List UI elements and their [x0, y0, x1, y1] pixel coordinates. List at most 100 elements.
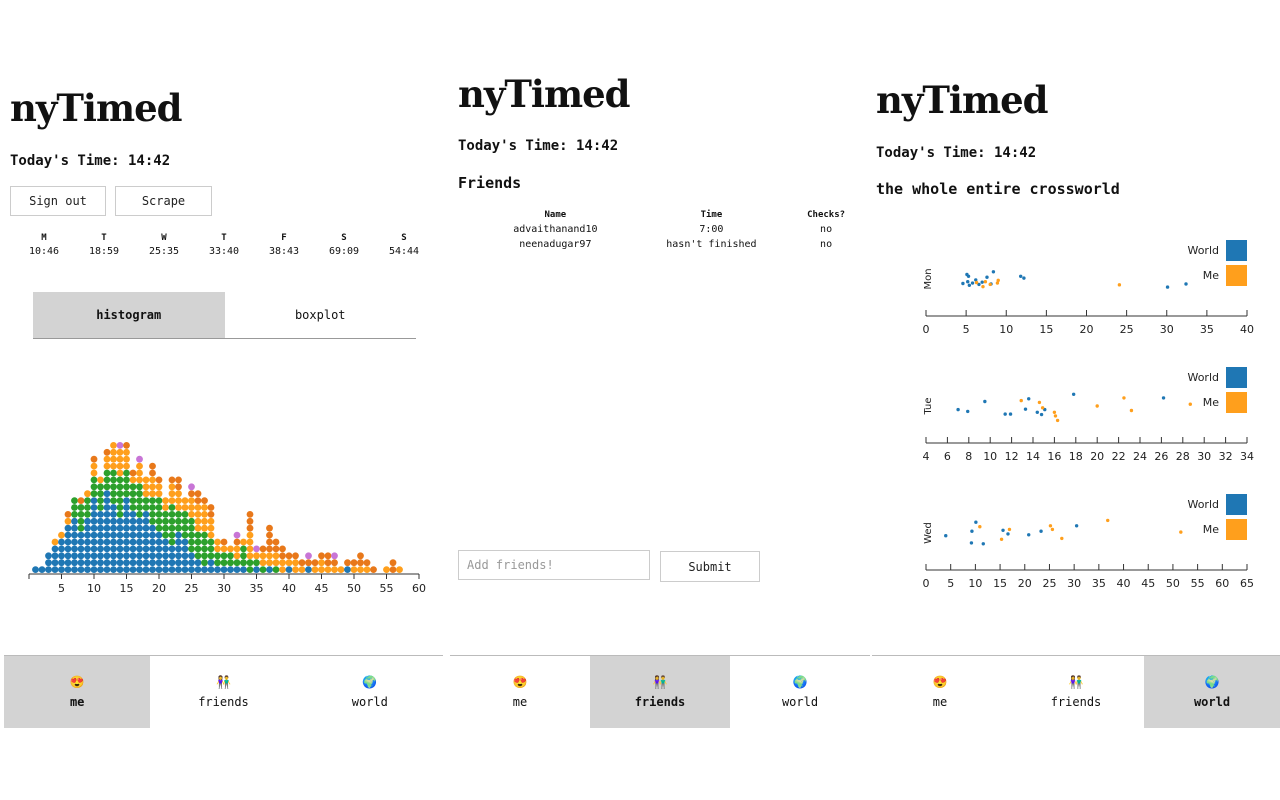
tue-scatter-chart: 4 6 8 10 12 14 16 18 20 22 24 26 28 30 32 34 Tue World Me [923, 367, 1254, 463]
histogram-dot [207, 552, 215, 560]
nav-me[interactable]: 😍 me [450, 656, 590, 728]
scatter-point [1188, 402, 1192, 406]
add-friends-input[interactable] [458, 550, 650, 580]
histogram-dot [110, 497, 117, 504]
friends-heading: Friends [458, 174, 522, 192]
histogram-dot [175, 497, 182, 504]
histogram-dot [110, 511, 117, 518]
histogram-dot [266, 552, 273, 560]
tab-histogram[interactable]: histogram [33, 292, 225, 338]
histogram-dot [155, 511, 163, 518]
histogram-dot [188, 545, 195, 553]
scatter-point [1003, 412, 1007, 416]
histogram-dot [97, 545, 104, 553]
friend-name: neenadugar97 [519, 239, 592, 250]
histogram-dot [194, 559, 202, 567]
histogram-dot [77, 566, 85, 573]
nav-friends[interactable]: 👫 friends [590, 656, 730, 728]
x-tick-label: 15 [993, 577, 1007, 590]
histogram-dot [272, 552, 280, 560]
day-time: 18:59 [88, 246, 120, 257]
histogram-dot [116, 448, 124, 456]
histogram-dot [168, 511, 176, 518]
x-tick-label: 20 [1080, 323, 1094, 336]
x-tick-label: 10 [968, 577, 982, 590]
histogram-dot [201, 517, 208, 525]
day-sunday: S 54:44 [374, 233, 434, 257]
histogram-dot [142, 497, 150, 504]
histogram-dot [194, 538, 202, 546]
histogram-dot [64, 538, 72, 546]
histogram-dot [123, 538, 130, 546]
histogram-dot [155, 531, 163, 539]
histogram-dot [103, 566, 111, 573]
x-tick-label: 60 [1215, 577, 1229, 590]
histogram-dot [84, 531, 91, 539]
histogram-dot [298, 566, 306, 573]
day-monday: M 10:46 [14, 233, 74, 257]
scatter-point [1129, 408, 1134, 413]
scatter-point [966, 409, 970, 414]
histogram-dot [240, 552, 247, 560]
histogram-dot [51, 559, 59, 567]
histogram-dot [331, 559, 338, 567]
submit-button[interactable]: Submit [660, 551, 760, 582]
nav-world[interactable]: 🌍 world [730, 656, 870, 728]
legend-swatch [1226, 367, 1247, 388]
scatter-point [1008, 412, 1013, 416]
histogram-dot [84, 490, 91, 498]
histogram-dot [181, 552, 189, 560]
tab-boxplot[interactable]: boxplot [225, 292, 417, 338]
histogram-dot [240, 538, 247, 546]
histogram-dot [97, 517, 104, 525]
histogram-dot [292, 566, 299, 573]
bottom-nav: 😍 me 👫 friends 🌍 world [4, 655, 443, 728]
histogram-dot [97, 490, 104, 498]
histogram-dot [142, 566, 150, 573]
histogram-dot [129, 524, 137, 532]
histogram-dot [305, 552, 312, 560]
histogram-dot [350, 566, 358, 573]
nav-world[interactable]: 🌍 world [297, 656, 443, 728]
friend-name: advaithanand10 [513, 224, 598, 235]
histogram-dot [194, 517, 202, 525]
histogram-dot [110, 566, 117, 573]
nav-friends[interactable]: 👫 friends [150, 656, 296, 728]
histogram-dot [201, 504, 208, 511]
scrape-button[interactable]: Scrape [115, 186, 212, 216]
scatter-point [1052, 410, 1057, 414]
histogram-dot [201, 559, 208, 567]
histogram-dot [58, 566, 65, 573]
histogram-dot [162, 566, 169, 573]
nav-friends[interactable]: 👫 friends [1008, 656, 1144, 728]
nav-me[interactable]: 😍 me [872, 656, 1008, 728]
histogram-dot [155, 490, 163, 498]
scatter-point [978, 525, 982, 529]
histogram-dot [253, 545, 260, 553]
histogram-dot [97, 559, 104, 567]
histogram-dot [149, 490, 156, 498]
histogram-dot [71, 552, 78, 560]
histogram-dot [201, 552, 208, 560]
sign-out-button[interactable]: Sign out [10, 186, 106, 216]
histogram-dot [129, 566, 137, 573]
x-tick-label: 50 [1166, 577, 1180, 590]
scatter-point [1037, 400, 1042, 405]
scatter-point [974, 280, 979, 285]
histogram-dot [97, 504, 104, 511]
day-label: S [401, 233, 407, 243]
histogram-dot [90, 559, 98, 567]
histogram-dot [162, 497, 169, 504]
x-tick-label: 35 [250, 582, 264, 595]
histogram-dot [318, 566, 325, 573]
scatter-point [1019, 398, 1023, 403]
histogram-dot [194, 566, 202, 573]
histogram-dot [84, 566, 91, 573]
histogram-dot [123, 455, 130, 463]
nav-me[interactable]: 😍 me [4, 656, 151, 728]
scatter-point [1106, 518, 1110, 523]
histogram-dot [168, 490, 176, 498]
histogram-dot [207, 545, 215, 553]
nav-world[interactable]: 🌍 world [1144, 656, 1280, 728]
histogram-dot [168, 517, 176, 525]
